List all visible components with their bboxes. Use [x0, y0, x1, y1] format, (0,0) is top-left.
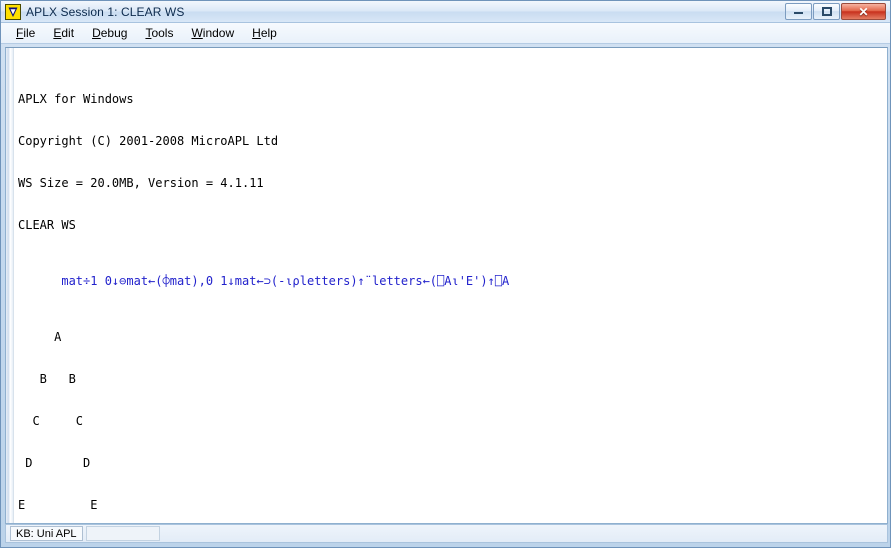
session-transcript[interactable]: APLX for Windows Copyright (C) 2001-2008… — [14, 48, 887, 523]
menu-item-edit-rest: dit — [61, 26, 75, 40]
status-bar: KB: Uni APL — [5, 524, 888, 543]
title-bar[interactable]: APLX Session 1: CLEAR WS ✕ — [1, 1, 890, 23]
window-controls: ✕ — [785, 3, 890, 20]
status-secondary-pane — [85, 526, 160, 541]
menu-item-window[interactable]: Window — [182, 24, 243, 42]
menu-item-file-rest: ile — [23, 26, 36, 40]
menu-item-file[interactable]: File — [7, 24, 44, 42]
session-output-line: A — [18, 330, 62, 344]
minimize-icon — [794, 9, 803, 14]
menu-bar: File Edit Debug Tools Window Help — [1, 23, 890, 44]
session-output-line: B B — [18, 372, 76, 386]
session-output-line: E E — [18, 498, 98, 512]
status-keyboard-pane[interactable]: KB: Uni APL — [10, 526, 83, 541]
menu-item-tools-rest: ools — [151, 26, 174, 40]
menu-item-debug[interactable]: Debug — [83, 24, 136, 42]
banner-line: WS Size = 20.0MB, Version = 4.1.11 — [18, 176, 264, 190]
session-output-line: D D — [18, 456, 91, 470]
menu-item-help[interactable]: Help — [243, 24, 286, 42]
aplx-main-window: APLX Session 1: CLEAR WS ✕ File Edit Deb… — [0, 0, 891, 548]
menu-item-help-accel: H — [252, 26, 261, 40]
session-left-rail — [6, 48, 14, 523]
maximize-button[interactable] — [813, 3, 840, 20]
session-window[interactable]: APLX for Windows Copyright (C) 2001-2008… — [5, 47, 888, 524]
minimize-button[interactable] — [785, 3, 812, 20]
close-button[interactable]: ✕ — [841, 3, 886, 20]
menu-item-edit[interactable]: Edit — [44, 24, 83, 42]
menu-item-debug-accel: D — [92, 26, 101, 40]
session-output-line: C C — [18, 414, 84, 428]
menu-item-window-accel: W — [191, 26, 203, 40]
menu-item-debug-rest: ebug — [100, 26, 128, 40]
banner-line: APLX for Windows — [18, 92, 134, 106]
menu-item-window-rest: indow — [202, 26, 235, 40]
banner-line: CLEAR WS — [18, 218, 76, 232]
window-title: APLX Session 1: CLEAR WS — [26, 4, 185, 19]
menu-item-help-rest: elp — [260, 26, 277, 40]
session-input-line[interactable]: mat÷1 0↓⊖mat←(⌽mat),0 1↓mat←⊃(-⍳⍴letters… — [14, 274, 887, 288]
maximize-icon — [821, 7, 832, 16]
banner-line: Copyright (C) 2001-2008 MicroAPL Ltd — [18, 134, 279, 148]
aplx-logo-icon — [5, 3, 21, 20]
menu-item-tools[interactable]: Tools — [136, 24, 182, 42]
